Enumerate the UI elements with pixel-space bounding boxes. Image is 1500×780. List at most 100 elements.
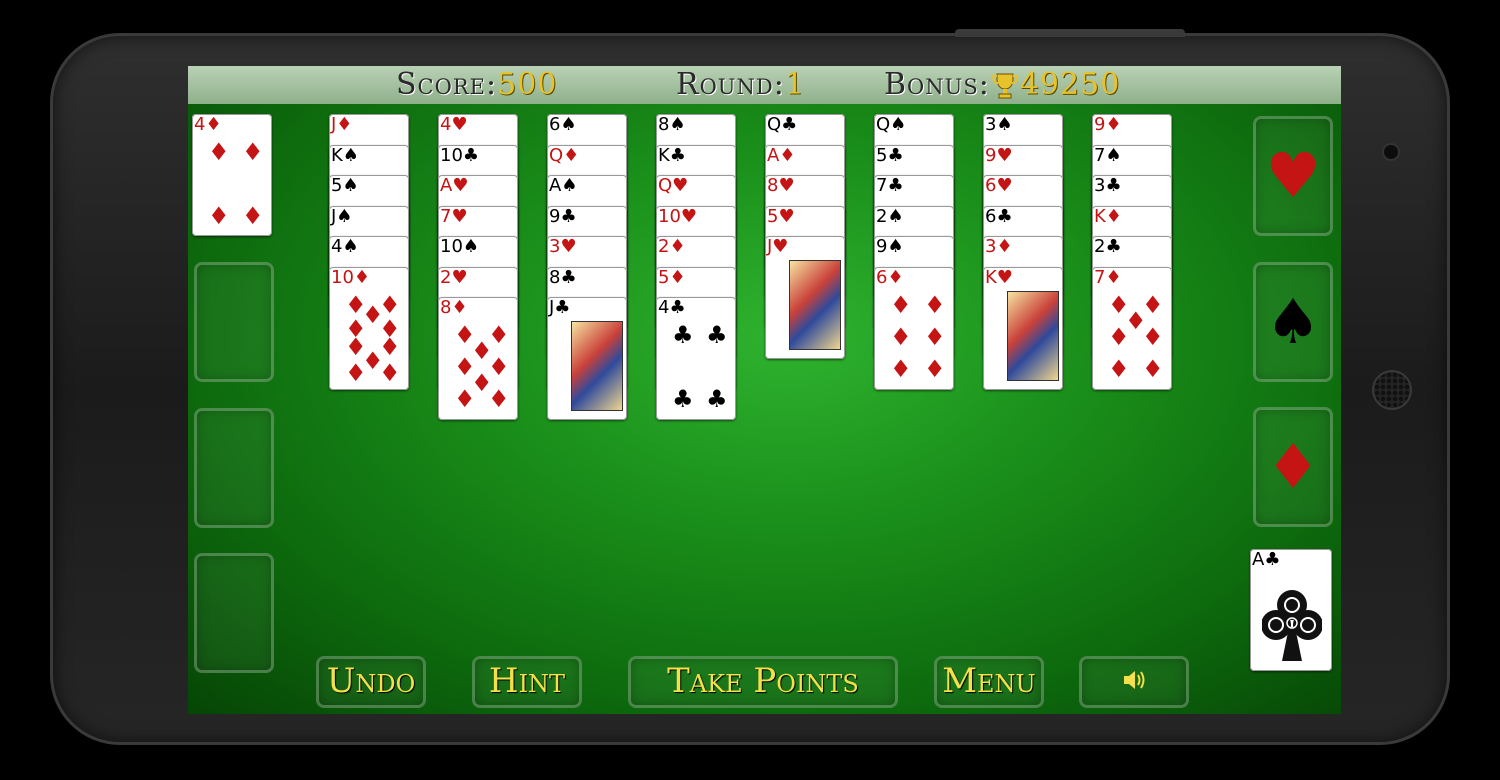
club-icon [1262,590,1322,661]
card-rank-suit: 9♥ [985,144,1013,166]
card-rank-suit: 3♥ [549,236,577,257]
card-rank-suit: K♠ [331,144,359,166]
court-card-art [789,260,841,350]
take-points-button[interactable]: Take Points [628,656,898,708]
suit-pip: ♦ [242,138,264,166]
card-rank-suit: J♠ [331,205,353,227]
card-rank-suit: Q♣ [767,114,798,135]
card-rank-suit: J♣ [549,297,571,318]
stock-card[interactable]: 4♦ ♦ ♦ ♦ ♦ [192,114,272,236]
card-rank-suit: 3♣ [1094,175,1122,196]
free-cell-2[interactable] [194,408,274,528]
menu-button[interactable]: Menu [934,656,1044,708]
card-rank-suit: A♠ [549,175,578,196]
round-display: Round:1 [676,68,805,102]
card-rank-suit: J♦ [331,114,353,135]
hint-button[interactable]: Hint [472,656,582,708]
suit-pip: ♦ [1108,322,1130,351]
card-rank-suit: K♣ [658,144,686,166]
game-screen: Score:500 Round:1 Bonus: 49250 4♦ ♦ ♦ ♦ ♦ J♦ K♠… [188,66,1341,714]
card-rank-suit: 2♠ [876,205,904,227]
card-rank-suit: 2♦ [658,236,686,257]
card-rank-suit: 7♦ [1094,266,1122,288]
card-rank-suit: 8♥ [767,175,795,196]
card-rank-suit: 6♥ [985,175,1013,196]
card-rank-suit: 7♠ [1094,144,1122,166]
card-rank-suit: 5♦ [658,266,686,288]
suit-pip: ♦ [345,358,367,387]
card-rank-suit: 3♠ [985,114,1013,135]
tableau-card[interactable]: K♥ [983,266,1063,390]
diamond-icon: ♦ [1265,430,1321,503]
speaker-icon [1124,671,1145,689]
card-rank-suit: 9♠ [876,236,904,257]
spade-icon: ♠ [1265,285,1321,358]
card-rank-suit: 5♣ [876,144,904,166]
bonus-label: Bonus: [884,67,990,102]
suit-pip: ♣ [706,385,728,413]
suit-pip: ♦ [924,354,946,383]
suit-pip: ♦ [208,202,230,230]
tableau-card[interactable]: 7♦ ♦ ♦ ♦ ♦ ♦ ♦ ♦ [1092,266,1172,390]
tableau-card[interactable]: 6♦ ♦ ♦ ♦ ♦ ♦ ♦ [874,266,954,390]
foundation-clubs-card[interactable]: A♣ [1250,549,1332,671]
suit-pip: ♦ [890,354,912,383]
undo-button[interactable]: Undo [316,656,426,708]
foundation-slot[interactable]: ♥ [1253,116,1333,236]
court-card-art [571,321,623,411]
suit-pip: ♦ [924,290,946,319]
foundation-slot[interactable]: ♠ [1253,262,1333,382]
bonus-display: Bonus: 49250 [884,68,1120,102]
suit-pip: ♣ [706,321,728,349]
card-rank-suit: 3♦ [985,236,1013,257]
suit-pip: ♦ [379,358,401,387]
free-cell-1[interactable] [194,262,274,382]
suit-pip: ♦ [890,290,912,319]
card-rank-suit: 10♣ [440,144,480,166]
suit-pip: ♦ [924,322,946,351]
sound-button[interactable] [1079,656,1189,708]
suit-pip: ♦ [1142,354,1164,383]
tableau-card[interactable]: J♥ [765,236,845,359]
card-rank-suit: 5♠ [331,175,359,196]
suit-pip: ♣ [672,385,694,413]
suit-pip: ♦ [488,385,510,413]
card-rank-suit: 10♠ [440,236,480,257]
card-rank-suit: 4♣ [658,297,686,318]
suit-pip: ♦ [1142,322,1164,351]
card-rank-suit: 4♥ [440,114,468,135]
card-rank-suit: 6♠ [549,114,577,135]
card-rank-suit: 8♦ [440,297,468,318]
card-rank-suit: Q♦ [549,144,580,166]
card-rank-suit: 5♥ [767,205,795,227]
card-rank-suit: K♥ [985,266,1013,288]
phone-power-button [955,29,1185,37]
suit-pip: ♦ [1108,354,1130,383]
free-cell-3[interactable] [194,553,274,673]
card-rank-suit: A♥ [440,175,469,196]
score-label: Score: [396,67,498,102]
card-rank-suit: 6♣ [985,205,1013,227]
court-card-art [1007,290,1059,381]
card-rank-suit: 10♦ [331,266,371,288]
card-rank-suit: 7♥ [440,205,468,227]
card-rank-suit: 9♦ [1094,114,1122,135]
card-rank-suit: 6♦ [876,266,904,288]
card-rank-suit: 4♦ [194,114,222,135]
suit-pip: ♣ [672,321,694,349]
suit-pip: ♦ [242,202,264,230]
bonus-value: 49250 [1019,67,1121,102]
card-rank-suit: Q♥ [658,175,689,196]
card-rank-suit: Q♠ [876,114,907,135]
foundation-slot[interactable]: ♦ [1253,407,1333,527]
card-rank-suit: J♥ [767,236,789,257]
tableau-card[interactable]: J♣ [547,297,627,420]
tableau-card[interactable]: 10♦ ♦ ♦ ♦ ♦ ♦ ♦ ♦ ♦ ♦ ♦ [329,266,409,390]
tableau-card[interactable]: 4♣ ♣ ♣ ♣ ♣ [656,297,736,420]
tableau-card[interactable]: 8♦ ♦ ♦ ♦ ♦ ♦ ♦ ♦ ♦ [438,297,518,420]
card-rank-suit: A♦ [767,144,796,166]
card-rank-suit: 4♠ [331,236,359,257]
card-rank-suit: 10♥ [658,205,698,227]
score-display: Score:500 [396,68,557,102]
card-rank-suit: 2♣ [1094,236,1122,257]
